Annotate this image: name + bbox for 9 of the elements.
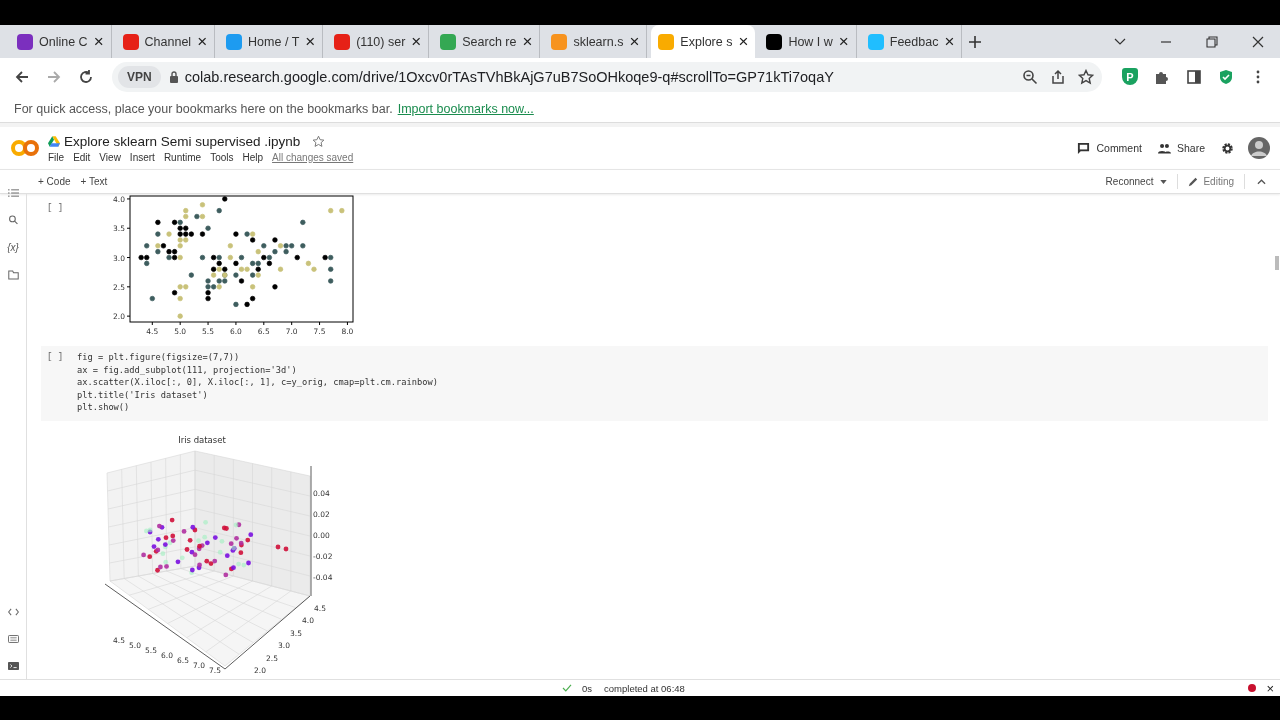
code-line: ax.scatter(X.iloc[:, 0], X.iloc[:, 1], c=y_orig, cmap=plt.cm.rainbow) (77, 376, 438, 389)
plot-title: Iris dataset (178, 434, 226, 445)
code-line: plt.show() (77, 401, 131, 414)
bookmarks-hint: For quick access, place your bookmarks here on the bookmarks bar. (14, 101, 393, 116)
code-line: ax = fig.add_subplot(111, projection='3d') (77, 363, 298, 377)
status-message: completed at 06:48 (604, 682, 685, 694)
code-line: plt.title('Iris dataset') (77, 388, 209, 402)
code-line: fig = plt.figure(figsize=(7,7)) (77, 351, 241, 364)
run-duration: 0s (582, 682, 593, 694)
